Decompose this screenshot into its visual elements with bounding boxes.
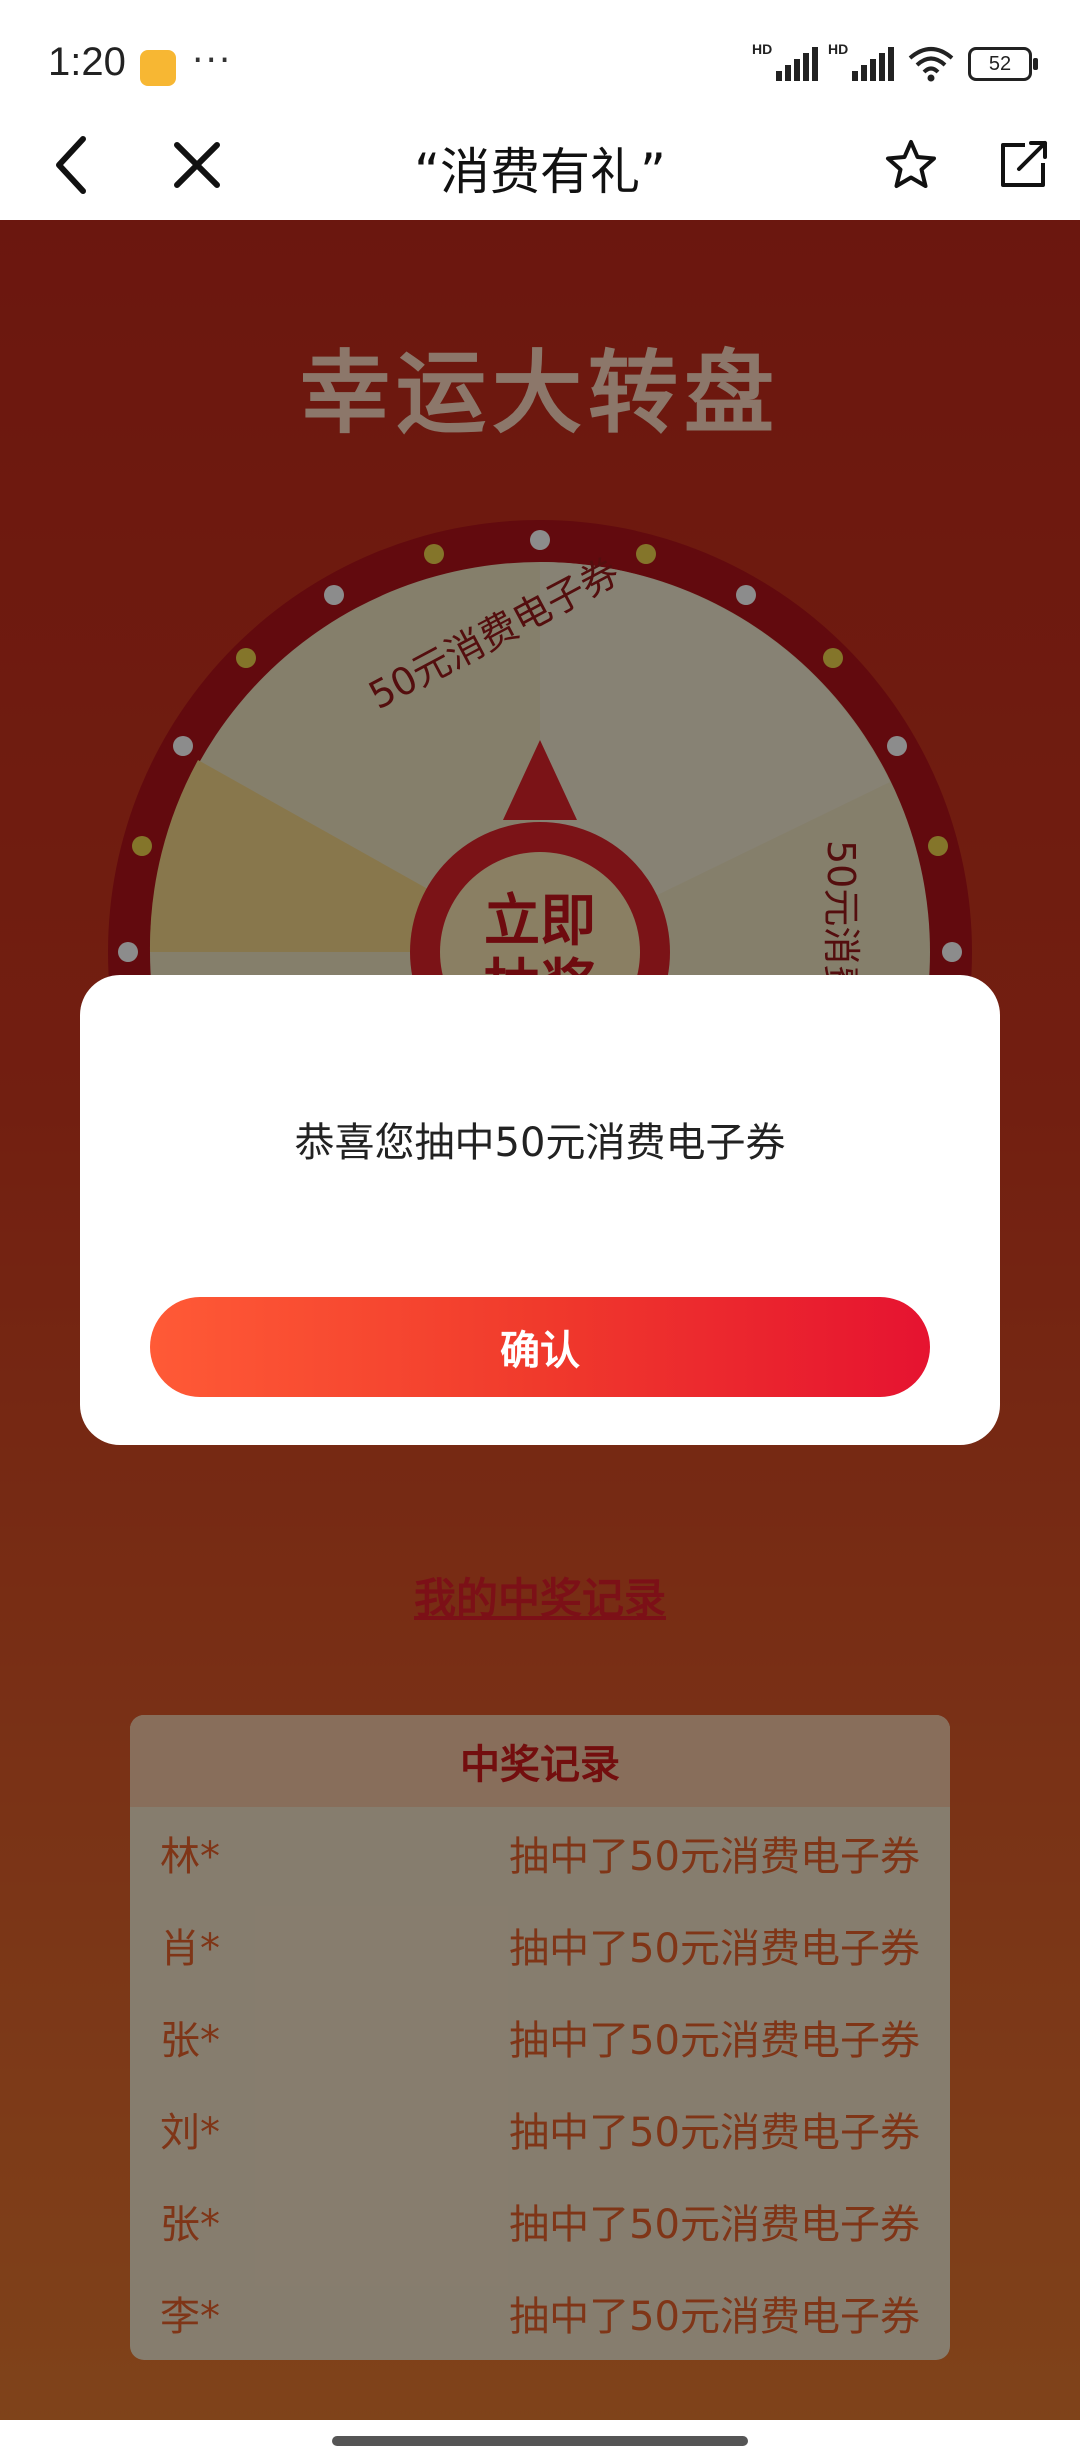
confirm-button[interactable]: 确认 <box>150 1297 930 1397</box>
status-icons: HD HD 52 <box>752 41 1038 84</box>
signal-icon: HD <box>752 41 818 81</box>
result-dialog: 恭喜您抽中50元消费电子券 确认 <box>80 975 1000 1445</box>
wifi-icon <box>908 47 954 82</box>
result-message: 恭喜您抽中50元消费电子券 <box>294 1120 786 1166</box>
notification-app-icon <box>140 50 176 86</box>
status-bar: 1:20 ··· HD HD 52 <box>0 0 1080 110</box>
star-icon <box>886 140 936 188</box>
status-time: 1:20 <box>48 40 126 84</box>
more-notifications-icon: ··· <box>192 40 233 81</box>
signal-hd-label: HD <box>828 41 849 57</box>
share-button[interactable] <box>988 130 1058 200</box>
favorite-button[interactable] <box>876 130 946 200</box>
battery-icon: 52 <box>968 47 1038 81</box>
home-indicator[interactable] <box>332 2436 748 2446</box>
nav-bar: “消费有礼” <box>0 110 1080 220</box>
signal-icon: HD <box>828 41 894 81</box>
share-icon <box>1001 141 1047 187</box>
signal-hd-label: HD <box>752 41 773 57</box>
